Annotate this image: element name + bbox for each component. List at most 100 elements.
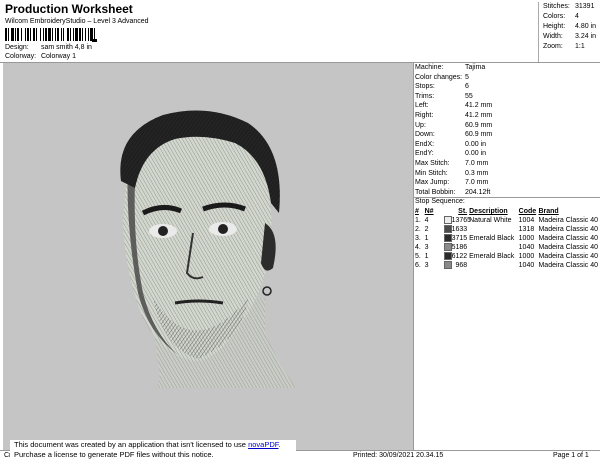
row-swatch-stitches: 6122 (443, 252, 470, 261)
design-preview (3, 63, 413, 450)
machine-info-row: Total Bobbin: 204.12ft (415, 189, 490, 196)
row-index: 6. (415, 262, 421, 269)
row-needle: 3 (424, 244, 429, 251)
row-needle: 4 (424, 217, 429, 224)
stat-value: 4 (575, 13, 579, 20)
row-code: 1040 (518, 244, 535, 251)
stat-label: Width: (543, 33, 563, 40)
info-value: 41.2 mm (465, 112, 493, 119)
info-label: EndY: (415, 150, 434, 158)
machine-info-row: Left: 41.2 mm (415, 102, 492, 109)
row-brand: Madeira Classic 40 (538, 235, 598, 242)
info-value: 0.00 in (465, 140, 487, 148)
barcode-mark (92, 39, 97, 42)
info-value: 60.9 mm (465, 131, 493, 139)
machine-info-row: Min Stitch: 0.3 mm (415, 170, 488, 177)
info-label: Total Bobbin: (415, 188, 456, 196)
notice-period: . (278, 440, 281, 449)
stat-value: 1:1 (575, 43, 585, 50)
row-stitches: 968 (455, 262, 468, 269)
design-stats: Stitches: 31391 Colors: 4 Height: 4.80 in W… (538, 2, 600, 63)
row-code: 1318 (518, 226, 535, 233)
info-value: 0.00 in (465, 150, 487, 158)
row-needle: 3 (424, 262, 429, 269)
machine-info-row: Trims: 55 (415, 93, 473, 100)
row-description: Natural White (469, 217, 512, 224)
row-brand: Madeira Classic 40 (538, 217, 598, 224)
info-label: Left: (415, 102, 429, 110)
info-value: 60.9 mm (465, 121, 493, 129)
design-label: Design: (5, 44, 29, 51)
row-brand: Madeira Classic 40 (538, 244, 598, 251)
machine-info-row: Max Jump: 7.0 mm (415, 179, 488, 186)
color-swatch (443, 216, 452, 224)
machine-info-row: Right: 41.2 mm (415, 112, 492, 119)
row-code: 1000 (518, 253, 535, 260)
info-label: Up: (415, 121, 426, 129)
stat-zoom: Zoom: 1:1 (543, 43, 585, 50)
info-value: 5 (465, 73, 469, 81)
info-label: EndX: (415, 140, 435, 148)
machine-info-row: Stops: 6 (415, 83, 469, 90)
colorway-label: Colorway: (5, 53, 37, 60)
row-description (469, 225, 519, 234)
software-subtitle: Wilcom EmbroideryStudio – Level 3 Advanc… (5, 18, 149, 25)
row-stitches: 1633 (451, 226, 468, 233)
row-index: 5. (415, 253, 421, 260)
row-index: 1. (415, 217, 421, 224)
row-index: 3. (415, 235, 421, 242)
machine-info-row: Max Stitch: 7.0 mm (415, 160, 488, 167)
row-description: Emerald Black (469, 235, 515, 242)
machine-info-row: Up: 60.9 mm (415, 122, 492, 129)
table-row: 4. 3 5186 1040 Madeira Classic 40 (415, 243, 598, 252)
row-description: Emerald Black (469, 253, 515, 260)
panel-divider (413, 63, 414, 450)
color-swatch (443, 225, 452, 233)
stat-value: 3.24 in (575, 33, 597, 40)
row-brand: Madeira Classic 40 (538, 262, 598, 269)
info-label: Min Stitch: (415, 169, 448, 177)
stop-sequence-table: # N# St. Description Code Brand 1. 4 13765… (415, 207, 598, 270)
stat-label: Height: (543, 23, 566, 30)
notice-line-2: Purchase a license to generate PDF files… (14, 450, 214, 459)
row-swatch-stitches: 1633 (443, 225, 470, 234)
stat-width: Width: 3.24 in (543, 33, 596, 40)
row-index: 4. (415, 244, 421, 251)
table-row: 5. 1 6122 Emerald Black 1000 Madeira Classic … (415, 252, 598, 261)
color-swatch (443, 252, 452, 260)
row-swatch-stitches: 3715 (443, 234, 470, 243)
design-value: sam smith 4,8 in (40, 44, 92, 51)
row-code: 1004 (518, 217, 535, 224)
stat-value: 31391 (575, 3, 595, 10)
table-row: 3. 1 3715 Emerald Black 1000 Madeira Classic … (415, 234, 598, 243)
info-label: Down: (415, 131, 435, 139)
embroidery-portrait-image (120, 110, 296, 388)
row-code: 1040 (518, 262, 535, 269)
stat-stitches: Stitches: 31391 (543, 3, 594, 10)
notice-text: This document was created by an applicat… (14, 440, 249, 449)
notice-line-1: This document was created by an applicat… (14, 440, 296, 450)
info-value: 7.0 mm (465, 160, 489, 167)
color-swatch (443, 234, 452, 242)
row-stitches: 6122 (451, 253, 468, 260)
info-label: Right: (415, 112, 434, 119)
col-description: Description (469, 208, 508, 215)
novapdf-notice: This document was created by an applicat… (10, 440, 296, 462)
info-label: Color changes: (415, 73, 463, 81)
row-swatch-stitches: 968 (443, 261, 470, 270)
machine-info-row: Machine: Tajima (415, 64, 485, 71)
colorway-value: Colorway 1 (40, 53, 76, 60)
col-needle: N# (424, 208, 434, 215)
table-header-row: # N# St. Description Code Brand (415, 207, 598, 216)
machine-info-row: EndX: 0.00 in (415, 141, 486, 148)
printed-timestamp: Printed: 30/09/2021 20.34.15 (353, 452, 444, 459)
info-value: 7.0 mm (465, 179, 489, 187)
stat-value: 4.80 in (575, 23, 597, 30)
stat-label: Zoom: (543, 43, 563, 50)
col-brand: Brand (538, 208, 559, 215)
table-row: 6. 3 968 1040 Madeira Classic 40 (415, 261, 598, 270)
col-stitches: St. (458, 208, 468, 215)
colorway-row: Colorway: Colorway 1 (5, 53, 76, 60)
novapdf-link[interactable]: novaPDF (248, 440, 278, 449)
table-row: 2. 2 1633 1318 Madeira Classic 40 (415, 225, 598, 234)
